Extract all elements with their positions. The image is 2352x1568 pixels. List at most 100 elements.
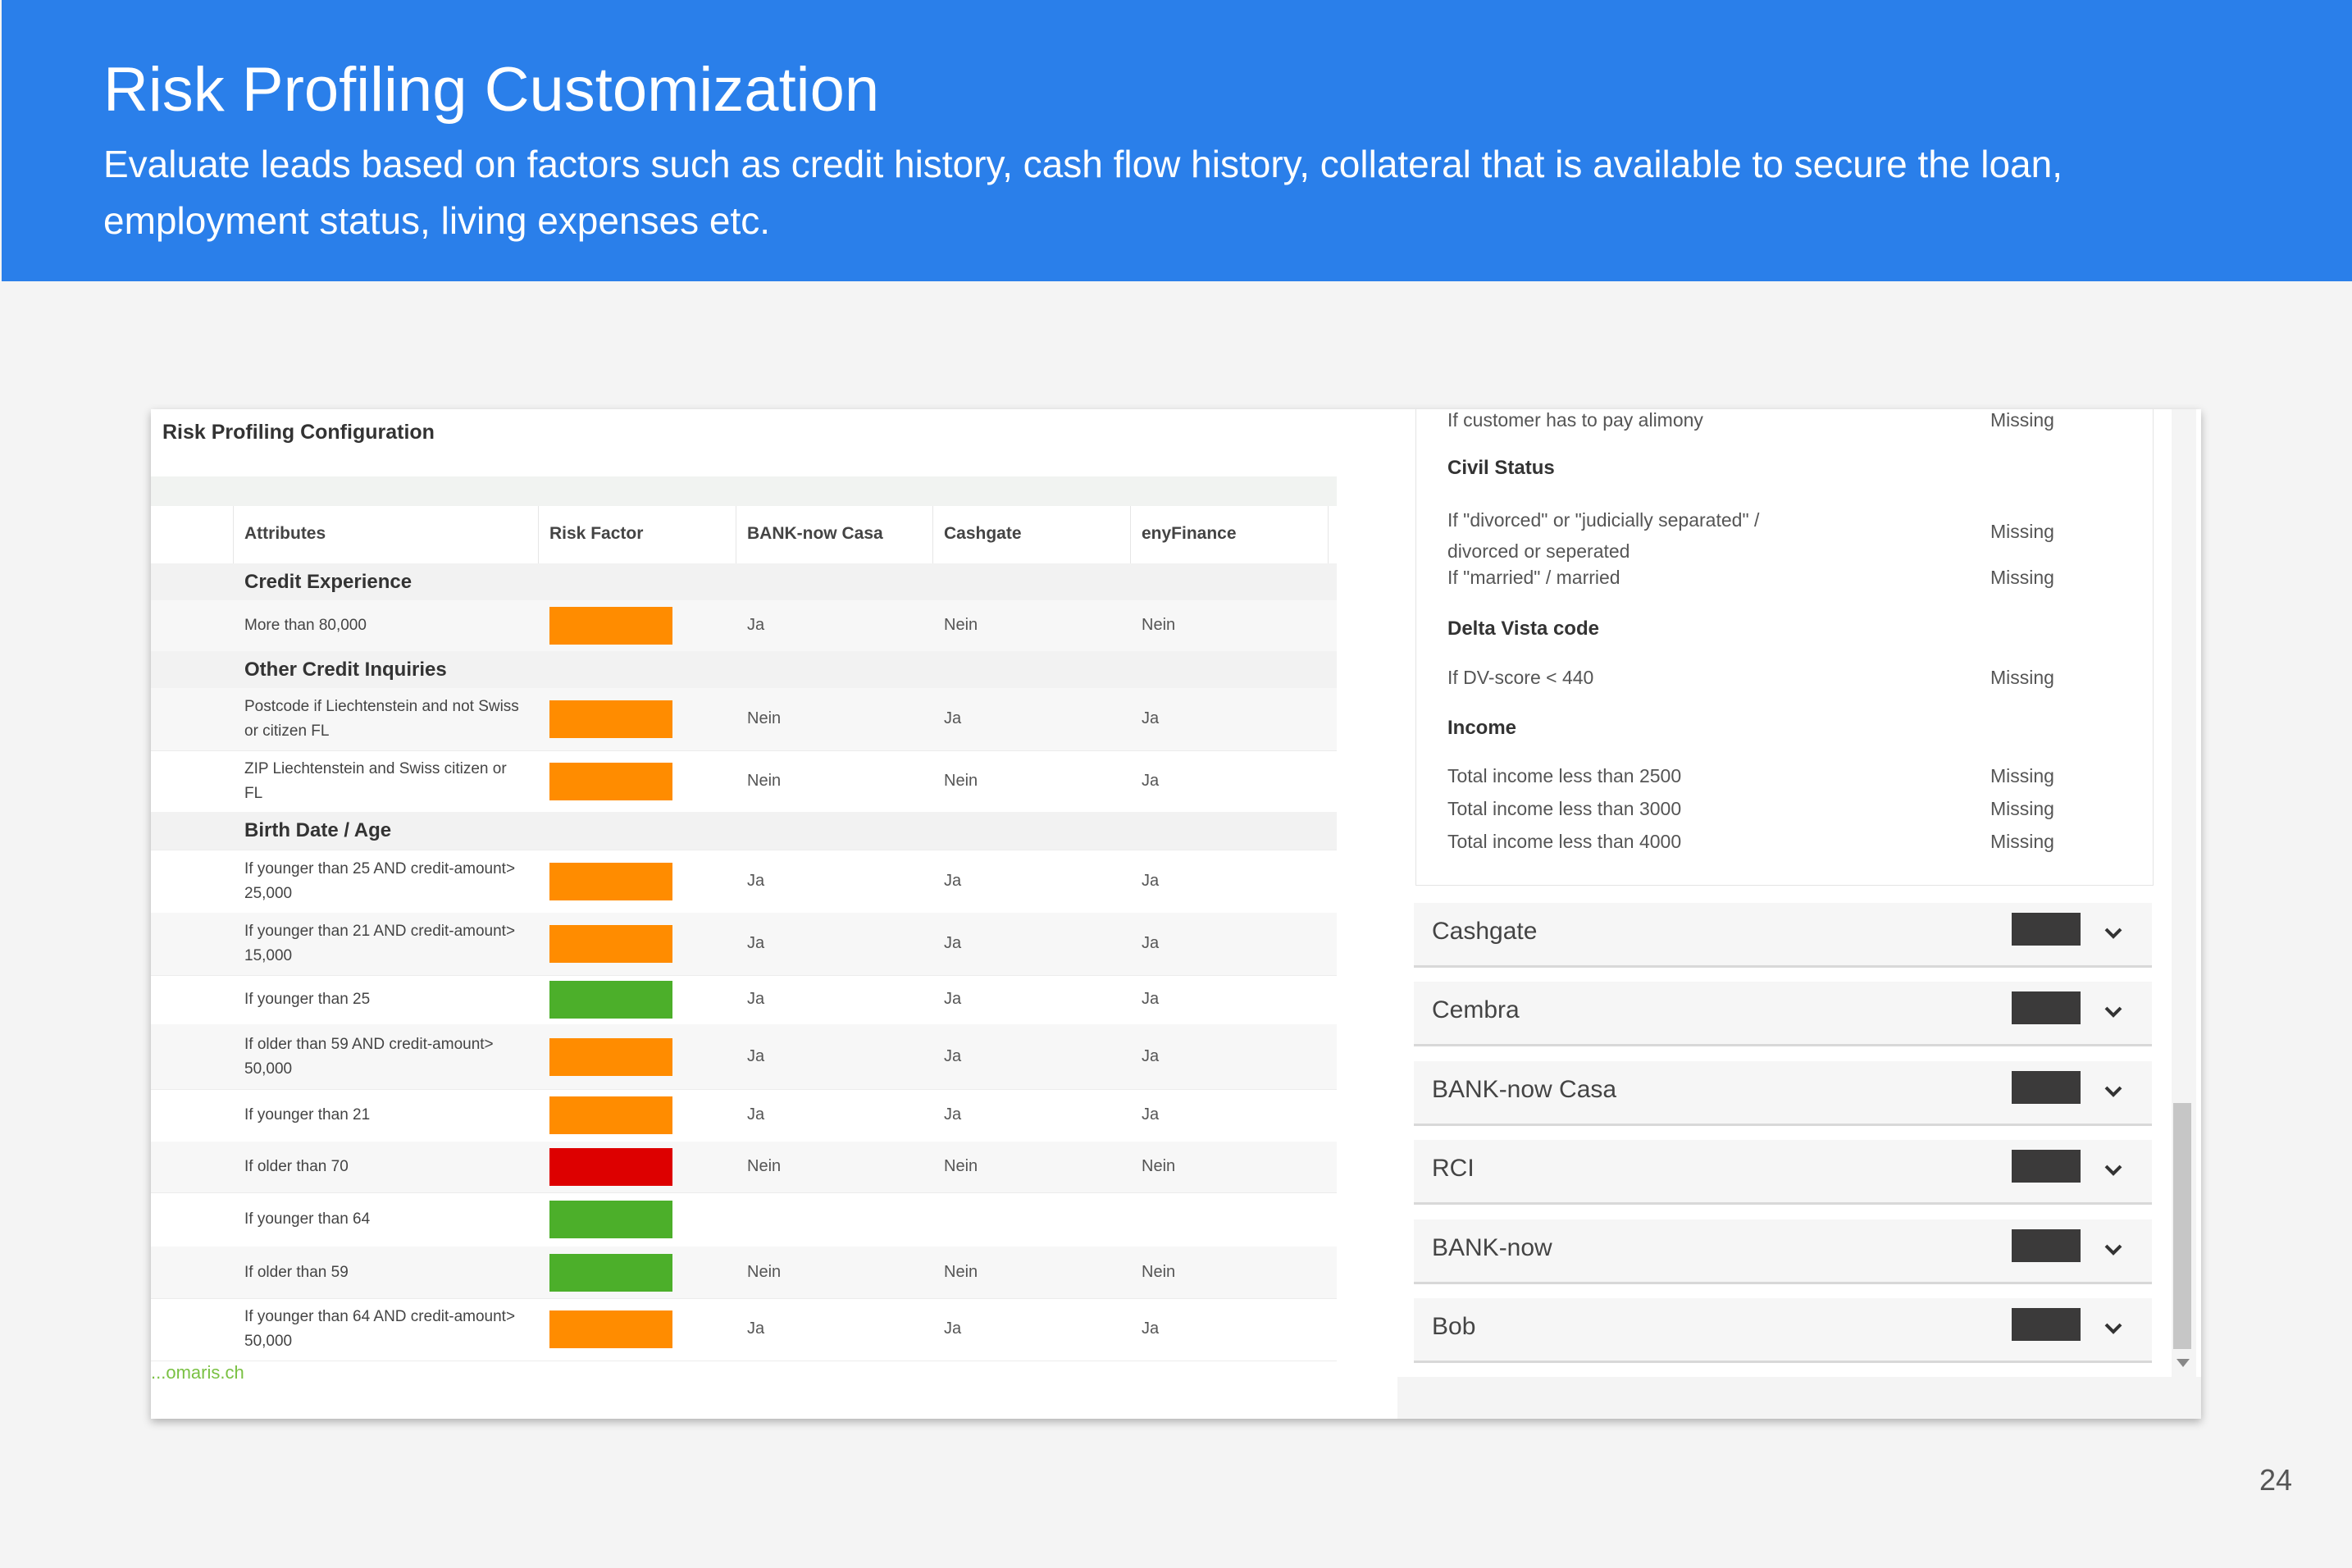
lender-value-cell[interactable]: Ja [944, 1105, 961, 1124]
attribute-cell: ZIP Liechtenstein and Swiss citizen or F… [244, 760, 507, 802]
lender-value-cell[interactable]: Ja [944, 709, 961, 728]
lender-accordion-label: BANK-now Casa [1432, 1076, 1617, 1103]
column-header-enyfinance[interactable]: enyFinance [1142, 506, 1237, 563]
slide-title: Risk Profiling Customization [103, 55, 880, 125]
lender-value-cell[interactable]: Nein [1142, 1157, 1175, 1176]
chevron-down-icon[interactable] [2101, 1000, 2126, 1024]
lender-value-cell[interactable]: Ja [1142, 1047, 1159, 1066]
attribute-cell: If younger than 21 [244, 1106, 371, 1124]
chevron-down-icon[interactable] [2101, 921, 2126, 946]
column-header-bank-now-casa[interactable]: BANK-now Casa [747, 506, 883, 563]
slide-subtitle: Evaluate leads based on factors such as … [103, 143, 2063, 242]
color-swatch[interactable] [2012, 1150, 2081, 1183]
risk-factor-indicator[interactable] [549, 1038, 672, 1076]
section-label: Birth Date / Age [244, 819, 392, 841]
lender-value-cell[interactable]: Ja [747, 872, 764, 891]
lender-value-cell[interactable]: Nein [747, 1157, 781, 1176]
risk-factor-indicator[interactable] [549, 1148, 672, 1186]
criteria-status[interactable]: Missing [1990, 521, 2054, 543]
column-header-risk-factor[interactable]: Risk Factor [549, 506, 643, 563]
lender-value-cell[interactable]: Ja [944, 934, 961, 953]
lender-value-cell[interactable]: Ja [1142, 990, 1159, 1009]
lender-value-cell[interactable]: Nein [944, 1263, 978, 1282]
lender-value-cell[interactable]: Nein [944, 616, 978, 635]
lender-accordion[interactable]: Cembra [1414, 982, 2152, 1046]
risk-factor-indicator[interactable] [549, 700, 672, 738]
risk-factor-indicator[interactable] [549, 981, 672, 1019]
lender-value-cell[interactable]: Ja [944, 990, 961, 1009]
risk-factor-indicator[interactable] [549, 763, 672, 800]
lender-value-cell[interactable]: Nein [747, 1263, 781, 1282]
screenshot-panel: Risk Profiling Configuration Attributes … [151, 409, 2201, 1419]
column-header-cashgate[interactable]: Cashgate [944, 506, 1022, 563]
lender-value-cell[interactable]: Ja [1142, 934, 1159, 953]
lender-accordion[interactable]: RCI [1414, 1140, 2152, 1205]
color-swatch[interactable] [2012, 991, 2081, 1024]
color-swatch[interactable] [2012, 913, 2081, 946]
risk-factor-indicator[interactable] [549, 1201, 672, 1238]
criteria-status[interactable]: Missing [1990, 409, 2054, 431]
risk-factor-indicator[interactable] [549, 1310, 672, 1348]
lender-accordion[interactable]: BANK-now [1414, 1219, 2152, 1284]
lender-value-cell[interactable]: Nein [747, 709, 781, 728]
section-label: Other Credit Inquiries [244, 659, 447, 681]
attribute-cell: If younger than 21 AND credit-amount> 15… [244, 923, 516, 964]
risk-factor-indicator[interactable] [549, 863, 672, 900]
column-divider [1328, 506, 1329, 563]
chevron-down-icon[interactable] [2101, 1316, 2126, 1341]
lender-accordion[interactable]: Cashgate [1414, 903, 2152, 968]
table-header: Attributes Risk Factor BANK-now Casa Cas… [151, 506, 1337, 564]
lender-value-cell[interactable]: Nein [944, 772, 978, 791]
lender-value-cell[interactable]: Ja [1142, 772, 1159, 791]
attribute-cell: If older than 59 [244, 1264, 349, 1281]
criteria-status[interactable]: Missing [1990, 567, 2054, 589]
lender-value-cell[interactable]: Ja [747, 990, 764, 1009]
risk-factor-indicator[interactable] [549, 607, 672, 645]
color-swatch[interactable] [2012, 1071, 2081, 1104]
lender-value-cell[interactable]: Ja [944, 1047, 961, 1066]
attribute-cell: If older than 70 [244, 1158, 349, 1175]
criteria-item: If "married" / married [1447, 567, 1620, 588]
lender-value-cell[interactable]: Ja [944, 872, 961, 891]
slide-header: Risk Profiling Customization Evaluate le… [2, 0, 2352, 281]
color-swatch[interactable] [2012, 1308, 2081, 1341]
risk-factor-indicator[interactable] [549, 1254, 672, 1292]
lender-accordion[interactable]: Bob [1414, 1298, 2152, 1363]
criteria-heading: Income [1447, 717, 1517, 739]
lender-accordion-label: Cembra [1432, 996, 1520, 1023]
criteria-status[interactable]: Missing [1990, 831, 2054, 853]
lender-value-cell[interactable]: Ja [747, 934, 764, 953]
lender-value-cell[interactable]: Ja [944, 1320, 961, 1338]
lender-value-cell[interactable]: Ja [1142, 1320, 1159, 1338]
chevron-down-icon[interactable] [2101, 1158, 2126, 1183]
lender-value-cell[interactable]: Ja [1142, 872, 1159, 891]
column-header-attributes[interactable]: Attributes [244, 506, 326, 563]
chevron-down-icon[interactable] [2101, 1238, 2126, 1262]
criteria-status[interactable]: Missing [1990, 667, 2054, 689]
footer-link[interactable]: ...omaris.ch [151, 1362, 244, 1383]
lender-value-cell[interactable]: Nein [944, 1157, 978, 1176]
lender-value-cell[interactable]: Ja [747, 1105, 764, 1124]
lender-value-cell[interactable]: Ja [747, 616, 764, 635]
scrollbar-thumb[interactable] [2173, 1103, 2191, 1349]
scroll-down-icon[interactable] [2177, 1359, 2190, 1367]
lender-value-cell[interactable]: Nein [747, 772, 781, 791]
color-swatch[interactable] [2012, 1229, 2081, 1262]
column-divider [1130, 506, 1131, 563]
criteria-heading: Civil Status [1447, 457, 1555, 479]
criteria-status[interactable]: Missing [1990, 798, 2054, 820]
attribute-cell: If younger than 25 [244, 991, 371, 1008]
risk-factor-indicator[interactable] [549, 925, 672, 963]
risk-factor-indicator[interactable] [549, 1096, 672, 1134]
lender-value-cell[interactable]: Ja [747, 1047, 764, 1066]
attribute-cell: More than 80,000 [244, 617, 367, 634]
criteria-status[interactable]: Missing [1990, 765, 2054, 787]
lender-value-cell[interactable]: Ja [747, 1320, 764, 1338]
lender-value-cell[interactable]: Nein [1142, 1263, 1175, 1282]
lender-accordion-label: BANK-now [1432, 1234, 1552, 1261]
lender-value-cell[interactable]: Ja [1142, 1105, 1159, 1124]
lender-value-cell[interactable]: Nein [1142, 616, 1175, 635]
chevron-down-icon[interactable] [2101, 1079, 2126, 1104]
lender-value-cell[interactable]: Ja [1142, 709, 1159, 728]
lender-accordion[interactable]: BANK-now Casa [1414, 1061, 2152, 1126]
